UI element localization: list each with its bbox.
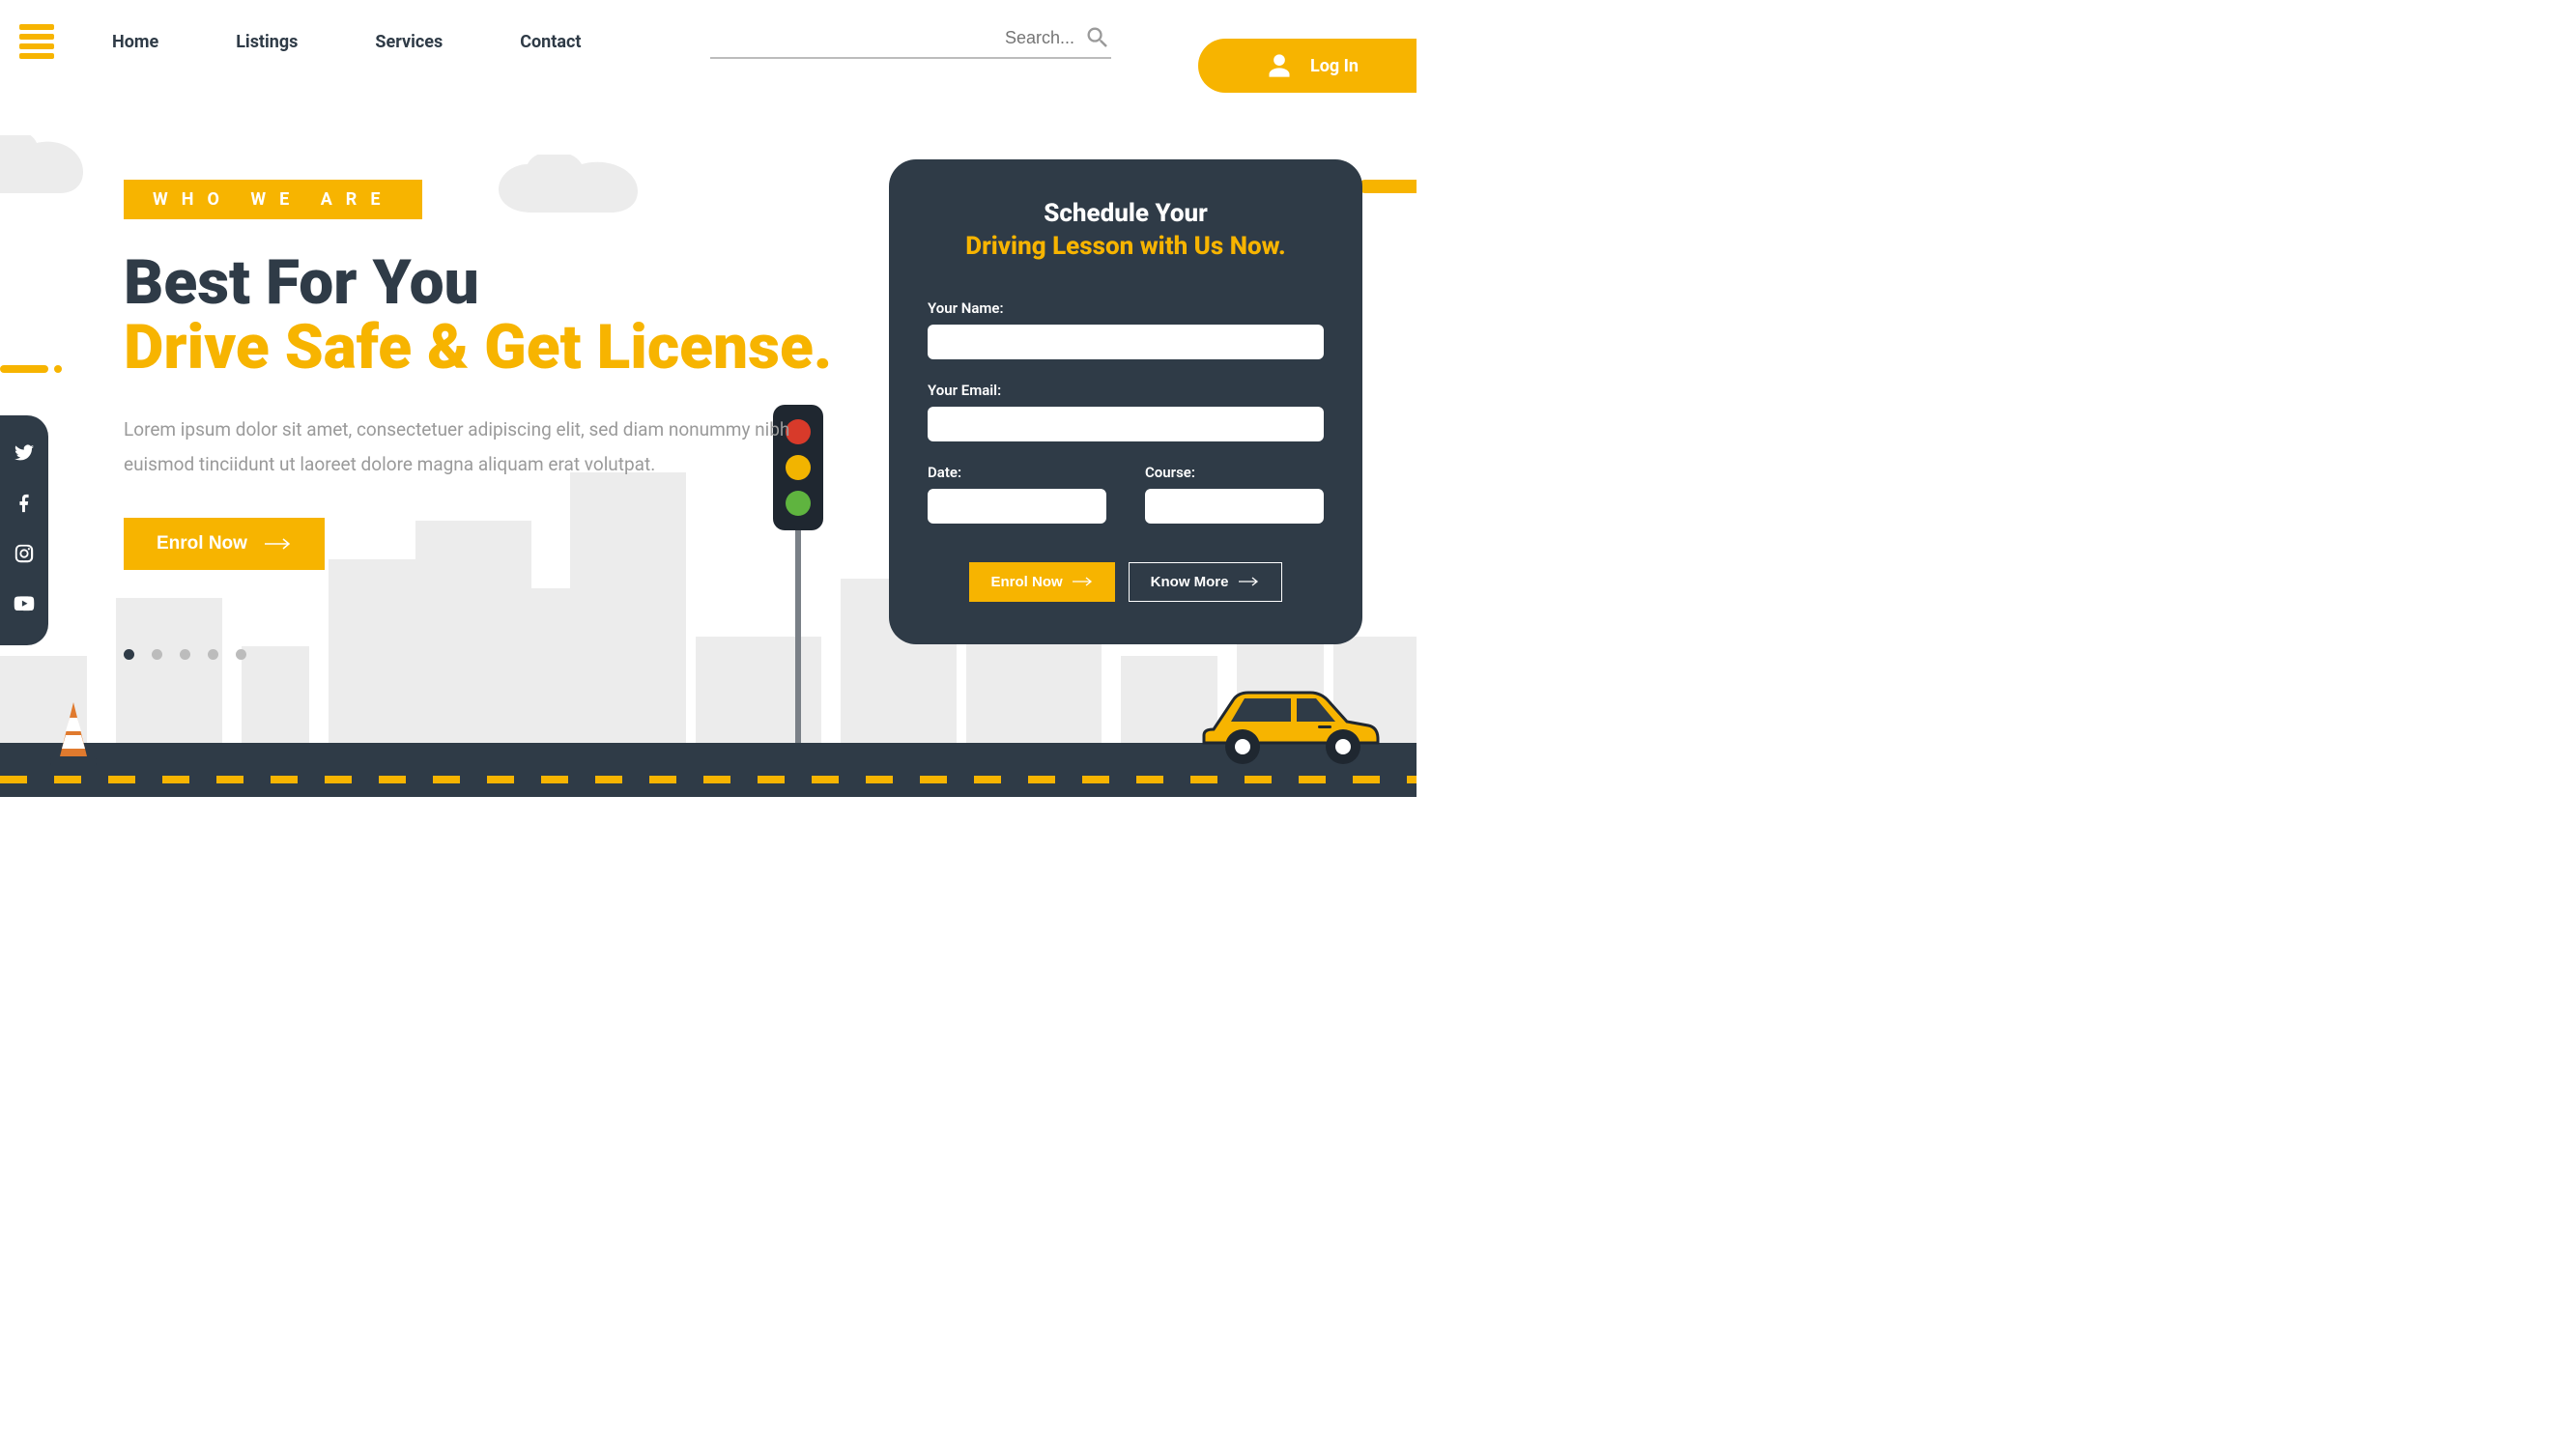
know-more-label: Know More (1151, 574, 1229, 590)
twitter-icon (14, 442, 35, 464)
course-field-group: Course: (1145, 463, 1324, 524)
date-label: Date: (928, 464, 961, 481)
login-button[interactable]: Log In (1198, 39, 1417, 93)
email-input[interactable] (928, 407, 1324, 441)
search-field[interactable] (710, 24, 1111, 59)
youtube-icon (14, 593, 35, 614)
arrow-right-icon (265, 538, 292, 550)
form-actions: Enrol Now Know More (928, 562, 1324, 602)
form-title-line2: Driving Lesson with Us Now. (928, 231, 1324, 264)
hero-description: Lorem ipsum dolor sit amet, consectetuer… (124, 412, 810, 482)
slider-dot-5[interactable] (236, 649, 246, 660)
hamburger-menu-icon[interactable] (19, 24, 54, 59)
primary-nav: Home Listings Services Contact (112, 32, 581, 52)
date-field-group: Date: (928, 463, 1106, 524)
facebook-icon (14, 493, 35, 514)
enrol-label: Enrol Now (157, 533, 247, 554)
youtube-link[interactable] (14, 593, 35, 618)
search-input[interactable] (710, 28, 1084, 48)
instagram-link[interactable] (14, 543, 35, 568)
name-field-group: Your Name: (928, 298, 1324, 359)
name-input[interactable] (928, 325, 1324, 359)
date-input[interactable] (928, 489, 1106, 524)
social-sidebar (0, 415, 48, 645)
form-enrol-label: Enrol Now (990, 574, 1062, 590)
car-decor (1194, 671, 1388, 768)
arrow-right-icon (1239, 577, 1260, 586)
login-label: Log In (1310, 56, 1359, 76)
enrol-now-button[interactable]: Enrol Now (124, 518, 325, 570)
headline-line1: Best For You (124, 246, 479, 319)
form-enrol-button[interactable]: Enrol Now (969, 562, 1114, 602)
course-label: Course: (1145, 464, 1195, 481)
form-title: Schedule Your Driving Lesson with Us Now… (928, 198, 1324, 264)
email-field-group: Your Email: (928, 381, 1324, 441)
arrow-right-icon (1073, 577, 1094, 586)
form-title-line1: Schedule Your (1044, 199, 1208, 228)
traffic-cone-decor (46, 700, 100, 768)
hero-tagline: WHO WE ARE (124, 180, 422, 219)
nav-home[interactable]: Home (112, 32, 158, 52)
slider-dot-1[interactable] (124, 649, 134, 660)
user-icon (1266, 52, 1293, 79)
name-label: Your Name: (928, 299, 1004, 317)
slider-dot-2[interactable] (152, 649, 162, 660)
facebook-link[interactable] (14, 493, 35, 518)
header: Home Listings Services Contact Log In (0, 0, 1417, 83)
twitter-link[interactable] (14, 442, 35, 468)
nav-listings[interactable]: Listings (236, 32, 298, 52)
schedule-form-card: Schedule Your Driving Lesson with Us Now… (889, 159, 1362, 644)
slider-dot-4[interactable] (208, 649, 218, 660)
slider-dot-3[interactable] (180, 649, 190, 660)
nav-services[interactable]: Services (375, 32, 443, 52)
know-more-button[interactable]: Know More (1129, 562, 1282, 602)
slider-dots (124, 649, 1417, 660)
nav-contact[interactable]: Contact (520, 32, 581, 52)
email-label: Your Email: (928, 382, 1001, 399)
road-dash-decor (0, 776, 1417, 783)
course-input[interactable] (1145, 489, 1324, 524)
date-course-row: Date: Course: (928, 463, 1324, 524)
search-icon (1084, 24, 1111, 51)
instagram-icon (14, 543, 35, 564)
